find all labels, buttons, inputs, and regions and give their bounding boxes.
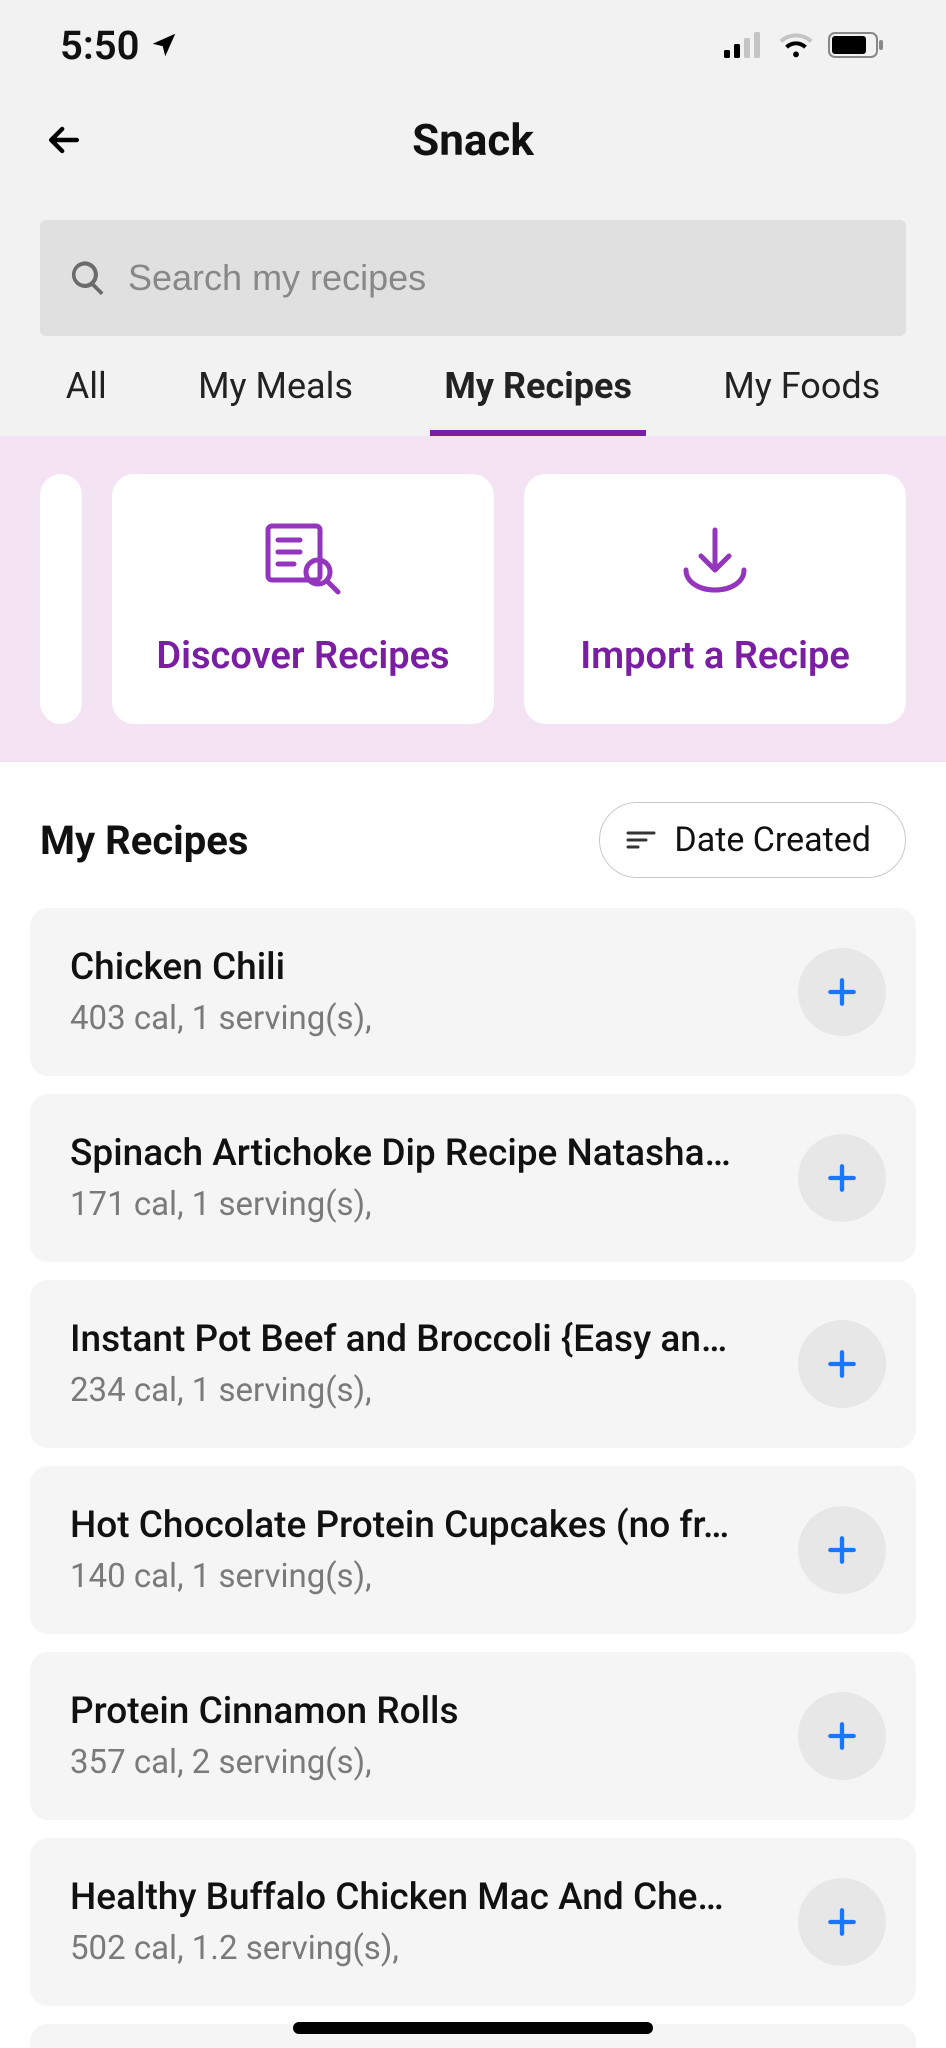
location-icon — [149, 30, 179, 60]
status-indicators — [724, 32, 886, 58]
status-time: 5:50 — [60, 22, 139, 69]
add-recipe-button[interactable] — [798, 1506, 886, 1594]
plus-icon — [822, 1530, 862, 1570]
tab-my-recipes[interactable]: My Recipes — [430, 336, 646, 436]
recipe-detail: 403 cal, 1 serving(s), — [70, 999, 778, 1038]
wifi-icon — [778, 32, 814, 58]
search-wrap — [0, 190, 946, 336]
import-recipe-card[interactable]: Import a Recipe — [524, 474, 906, 724]
section-header: My Recipes Date Created — [0, 762, 946, 908]
add-recipe-button[interactable] — [798, 1320, 886, 1408]
add-recipe-button[interactable] — [798, 1692, 886, 1780]
recipe-detail: 357 cal, 2 serving(s), — [70, 1743, 778, 1782]
recipe-detail: 502 cal, 1.2 serving(s), — [70, 1929, 778, 1968]
search-box[interactable] — [40, 220, 906, 336]
recipe-row[interactable]: Spinach Artichoke Dip Recipe Natasha… 17… — [30, 1094, 916, 1262]
recipe-row[interactable]: Chicken Chili 403 cal, 1 serving(s), — [30, 908, 916, 1076]
recipe-name: Hot Chocolate Protein Cupcakes (no fr… — [70, 1504, 778, 1547]
status-bar: 5:50 — [0, 0, 946, 90]
plus-icon — [822, 1902, 862, 1942]
recipe-name: Spinach Artichoke Dip Recipe Natasha… — [70, 1132, 778, 1175]
recipe-row[interactable]: Hot Chocolate Protein Cupcakes (no fr… 1… — [30, 1466, 916, 1634]
arrow-left-icon — [42, 118, 86, 162]
discover-recipes-label: Discover Recipes — [156, 634, 449, 678]
recipe-name: Instant Pot Beef and Broccoli {Easy an… — [70, 1318, 778, 1361]
add-recipe-button[interactable] — [798, 1134, 886, 1222]
action-card-prev-sliver[interactable] — [40, 474, 82, 724]
add-recipe-button[interactable] — [798, 948, 886, 1036]
home-indicator[interactable] — [293, 2022, 653, 2034]
discover-recipes-card[interactable]: Discover Recipes — [112, 474, 494, 724]
sort-label: Date Created — [674, 820, 871, 860]
recipe-name: Chicken Chili — [70, 946, 778, 989]
add-recipe-button[interactable] — [798, 1878, 886, 1966]
recipe-text: Protein Cinnamon Rolls 357 cal, 2 servin… — [70, 1690, 778, 1782]
tab-my-foods[interactable]: My Foods — [709, 336, 894, 436]
page-title: Snack — [412, 114, 534, 166]
recipe-row[interactable]: Protein Cinnamon Rolls 357 cal, 2 servin… — [30, 1652, 916, 1820]
search-icon — [68, 258, 108, 298]
recipe-name: Protein Cinnamon Rolls — [70, 1690, 778, 1733]
action-band: Discover Recipes Import a Recipe — [0, 436, 946, 762]
recipe-text: Chicken Chili 403 cal, 1 serving(s), — [70, 946, 778, 1038]
plus-icon — [822, 1344, 862, 1384]
recipe-list: Chicken Chili 403 cal, 1 serving(s), Spi… — [0, 908, 946, 2048]
plus-icon — [822, 1716, 862, 1756]
recipe-detail: 234 cal, 1 serving(s), — [70, 1371, 778, 1410]
cellular-icon — [724, 32, 764, 58]
status-time-group: 5:50 — [60, 22, 179, 69]
search-input[interactable] — [128, 257, 878, 299]
section-title: My Recipes — [40, 817, 248, 864]
tabs: All My Meals My Recipes My Foods — [0, 336, 946, 436]
battery-icon — [828, 32, 886, 58]
plus-icon — [822, 1158, 862, 1198]
import-recipe-label: Import a Recipe — [580, 634, 850, 678]
recipe-row[interactable]: Healthy Buffalo Chicken Mac And Che… 502… — [30, 1838, 916, 2006]
header: Snack — [0, 90, 946, 190]
sort-button[interactable]: Date Created — [599, 802, 906, 878]
recipe-detail: 171 cal, 1 serving(s), — [70, 1185, 778, 1224]
tab-all[interactable]: All — [52, 336, 121, 436]
back-button[interactable] — [36, 112, 92, 168]
recipe-row[interactable]: Instant Pot Beef and Broccoli {Easy an… … — [30, 1280, 916, 1448]
recipe-text: Healthy Buffalo Chicken Mac And Che… 502… — [70, 1876, 778, 1968]
recipe-text: Instant Pot Beef and Broccoli {Easy an… … — [70, 1318, 778, 1410]
recipe-text: Spinach Artichoke Dip Recipe Natasha… 17… — [70, 1132, 778, 1224]
discover-recipes-icon — [260, 520, 346, 598]
tab-my-meals[interactable]: My Meals — [184, 336, 367, 436]
sort-icon — [626, 829, 656, 851]
recipe-text: Hot Chocolate Protein Cupcakes (no fr… 1… — [70, 1504, 778, 1596]
plus-icon — [822, 972, 862, 1012]
recipe-detail: 140 cal, 1 serving(s), — [70, 1557, 778, 1596]
recipe-name: Healthy Buffalo Chicken Mac And Che… — [70, 1876, 778, 1919]
import-recipe-icon — [672, 520, 758, 598]
